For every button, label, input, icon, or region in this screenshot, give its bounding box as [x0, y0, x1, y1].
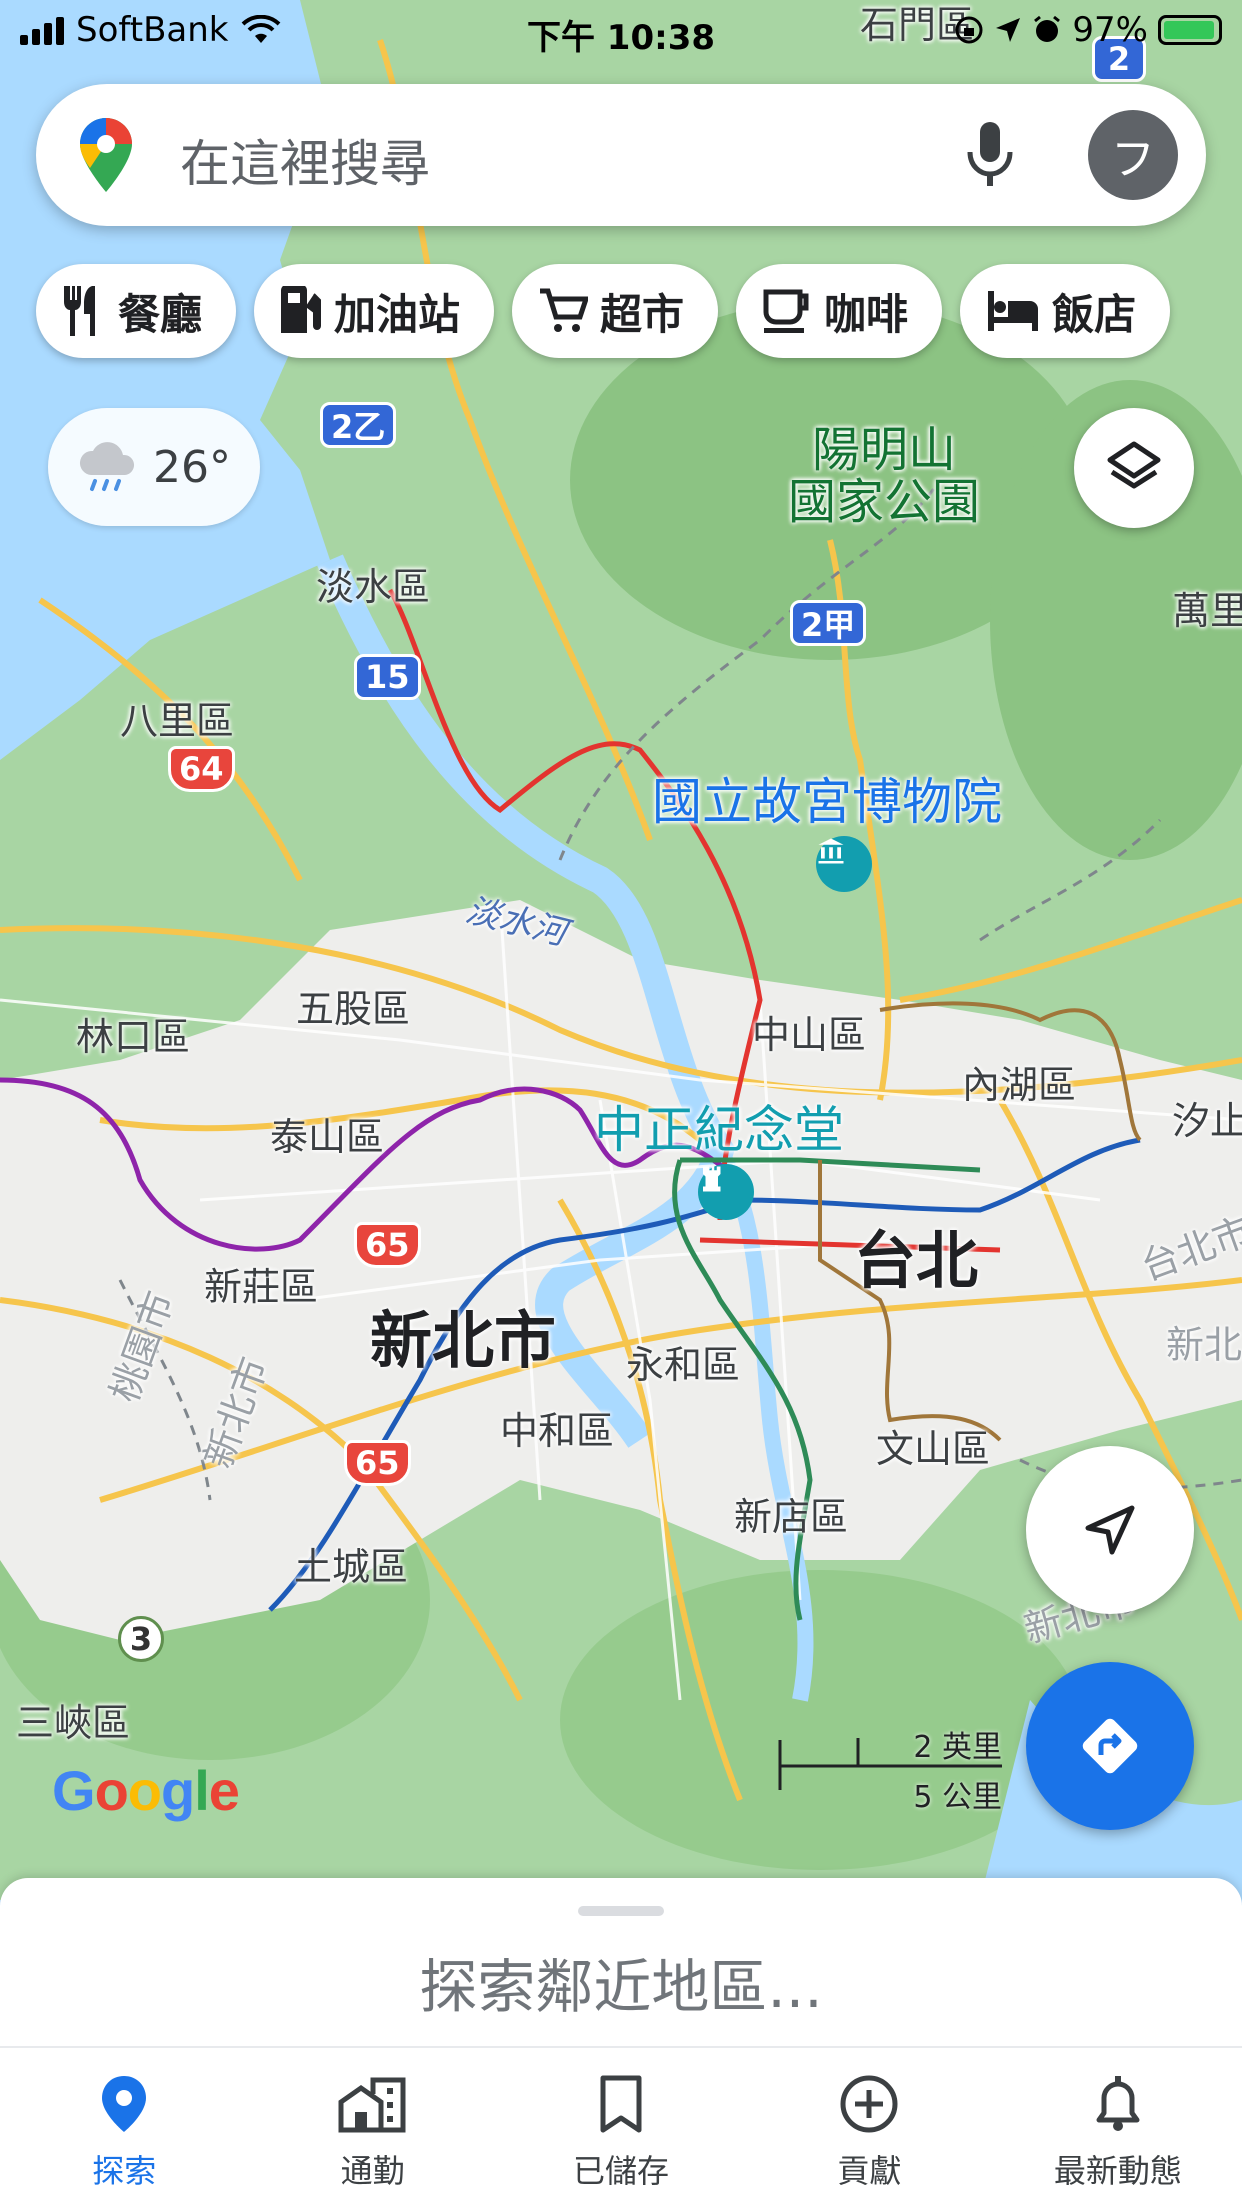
chip-restaurant[interactable]: 餐廳	[36, 264, 237, 358]
map-label-xizhi[interactable]: 汐止	[1172, 1090, 1242, 1145]
map-label-wugu[interactable]: 五股區	[296, 978, 410, 1033]
restaurant-icon	[64, 286, 95, 336]
map-label-bali[interactable]: 八里區	[120, 690, 234, 745]
bell-icon	[1096, 2076, 1140, 2131]
route-shield-65b: 65	[344, 1440, 411, 1486]
map-label-taishan[interactable]: 泰山區	[270, 1106, 384, 1161]
map-label-new-taipei-border-3: 新北	[1166, 1323, 1242, 1367]
chip-label: 餐廳	[118, 289, 203, 339]
battery-percent: 97%	[1072, 10, 1148, 50]
chip-gas-station[interactable]: 加油站	[254, 264, 495, 358]
search-input[interactable]: 在這裡搜尋	[180, 124, 430, 196]
sheet-drag-handle[interactable]	[578, 1906, 664, 1916]
route-shield-2b: 2乙	[320, 402, 397, 448]
chip-label: 超市	[600, 289, 685, 339]
chip-coffee[interactable]: 咖啡	[736, 264, 943, 358]
location-arrow-icon	[996, 18, 1021, 42]
map-label-tucheng[interactable]: 土城區	[294, 1536, 408, 1591]
map-label-wenshan[interactable]: 文山區	[876, 1418, 990, 1473]
shopping-cart-icon	[540, 288, 589, 332]
tab-commute[interactable]: 通勤	[248, 2048, 496, 2210]
explore-pin-icon	[102, 2076, 147, 2132]
google-logo: Google	[52, 1759, 240, 1822]
route-shield-15: 15	[354, 654, 421, 700]
add-circle-icon	[840, 2075, 898, 2133]
tab-explore[interactable]: 探索	[0, 2048, 248, 2210]
commute-building-icon	[338, 2077, 406, 2133]
route-shield-3: 3	[118, 1616, 164, 1662]
directions-button[interactable]	[1026, 1662, 1194, 1830]
microphone-icon[interactable]	[966, 122, 1014, 188]
category-chips: 餐廳 加油站 超市 咖啡 飯店	[36, 264, 1171, 358]
map-label-yonghe[interactable]: 永和區	[626, 1334, 740, 1389]
map-label-tamsui[interactable]: 淡水區	[316, 556, 430, 611]
tab-label: 已儲存	[573, 2152, 670, 2190]
tab-contribute[interactable]: 貢獻	[745, 2048, 993, 2210]
museum-icon[interactable]	[816, 836, 872, 892]
rain-cloud-icon	[79, 442, 135, 491]
map-label-zhonghe[interactable]: 中和區	[500, 1400, 614, 1455]
hotel-bed-icon	[988, 291, 1039, 331]
map-label-neihu[interactable]: 內湖區	[962, 1054, 1076, 1109]
alarm-icon	[1034, 15, 1061, 42]
tab-label: 貢獻	[837, 2152, 902, 2190]
navigation-arrow-icon	[1085, 1505, 1135, 1555]
bottom-tab-bar: 探索 通勤 已儲存 貢獻 最新動態	[0, 2046, 1242, 2210]
tab-label: 最新動態	[1053, 2152, 1182, 2190]
weather-badge[interactable]: 26°	[48, 408, 260, 526]
map-label-palace-museum[interactable]: 國立故宮博物院	[652, 762, 1002, 834]
map-scale: 2 英里 5 公里	[776, 1722, 1002, 1815]
route-shield-2a: 2甲	[790, 600, 867, 646]
tab-label: 探索	[92, 2152, 157, 2190]
map-label-xindian[interactable]: 新店區	[734, 1486, 848, 1541]
status-bar: SoftBank 下午 10:38 97%	[0, 0, 1242, 62]
tab-updates[interactable]: 最新動態	[994, 2048, 1242, 2210]
avatar[interactable]: フ	[1088, 110, 1178, 200]
route-shield-65a: 65	[354, 1222, 421, 1268]
map-label-xinzhuang[interactable]: 新莊區	[204, 1256, 318, 1311]
chip-label: 飯店	[1052, 289, 1137, 339]
bookmark-icon	[600, 2075, 642, 2133]
directions-icon	[1082, 1718, 1138, 1774]
map-label-linkou[interactable]: 林口區	[76, 1006, 190, 1061]
battery-charging-icon	[1158, 15, 1222, 45]
sheet-title: 探索鄰近地區...	[419, 1953, 823, 2021]
map-label-cks-memorial[interactable]: 中正紀念堂	[594, 1090, 844, 1162]
layers-icon	[1107, 441, 1161, 489]
map-label-wanli[interactable]: 萬里	[1172, 580, 1242, 635]
chip-hotel[interactable]: 飯店	[960, 264, 1171, 358]
search-bar[interactable]: 在這裡搜尋 フ	[36, 84, 1206, 226]
my-location-button[interactable]	[1026, 1446, 1194, 1614]
layers-button[interactable]	[1074, 408, 1194, 528]
gas-station-icon	[281, 286, 322, 333]
google-maps-pin-icon	[80, 118, 132, 192]
map-label-new-taipei[interactable]: 新北市	[370, 1290, 556, 1380]
chip-label: 加油站	[334, 289, 461, 339]
map-label-taipei[interactable]: 台北	[854, 1210, 978, 1300]
explore-sheet[interactable]: 探索鄰近地區...	[0, 1878, 1242, 2048]
map-label-yangmingshan[interactable]: 陽明山 國家公園	[788, 424, 980, 528]
map-label-sanxia[interactable]: 三峽區	[16, 1692, 130, 1747]
weather-temperature: 26°	[153, 441, 231, 493]
chip-supermarket[interactable]: 超市	[512, 264, 719, 358]
tab-label: 通勤	[340, 2152, 405, 2190]
landmark-icon[interactable]	[698, 1164, 754, 1220]
orientation-lock-icon	[955, 16, 983, 44]
route-shield-64: 64	[168, 746, 235, 792]
chip-label: 咖啡	[824, 289, 909, 339]
coffee-icon	[763, 289, 809, 333]
tab-saved[interactable]: 已儲存	[497, 2048, 745, 2210]
map-label-zhongshan[interactable]: 中山區	[752, 1004, 866, 1059]
